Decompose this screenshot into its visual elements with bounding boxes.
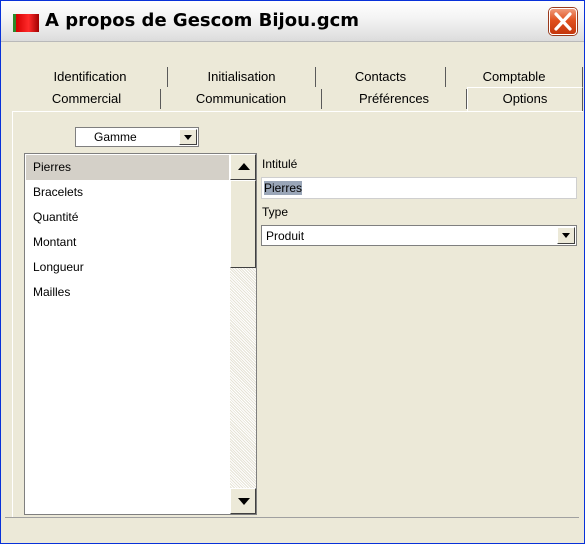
arrow-up-icon xyxy=(238,163,250,170)
close-button[interactable] xyxy=(549,8,577,35)
app-logo-icon xyxy=(13,14,39,32)
category-select-value: Gamme xyxy=(94,130,137,144)
tab-commercial[interactable]: Commercial xyxy=(13,89,161,109)
type-label: Type xyxy=(262,205,289,219)
tab-identification[interactable]: Identification xyxy=(13,67,168,87)
type-select-value: Produit xyxy=(266,229,305,243)
scroll-thumb[interactable] xyxy=(230,180,256,268)
list-item[interactable]: Montant xyxy=(26,230,229,255)
list-item[interactable]: Longueur xyxy=(26,255,229,280)
scroll-down-button[interactable] xyxy=(230,488,256,514)
tab-preferences-label: Préférences xyxy=(358,91,430,106)
tab-comptable[interactable]: Comptable xyxy=(446,67,583,87)
title-bar[interactable]: A propos de Gescom Bijou.gcm xyxy=(1,1,584,42)
tab-initialisation-label: Initialisation xyxy=(207,69,276,84)
tab-options-label: Options xyxy=(502,91,548,106)
list-item[interactable]: Mailles xyxy=(26,280,229,305)
intitule-field[interactable]: Pierres xyxy=(261,177,577,199)
list-item[interactable]: Quantité xyxy=(26,205,229,230)
tab-contacts-label: Contacts xyxy=(354,69,407,84)
arrow-down-icon xyxy=(238,498,250,505)
intitule-label: Intitulé xyxy=(262,157,298,171)
close-icon xyxy=(554,12,572,31)
tab-preferences[interactable]: Préférences xyxy=(322,89,467,109)
tab-strip: Identification Initialisation Contacts C… xyxy=(13,67,583,112)
options-list[interactable]: Pierres Bracelets Quantité Montant Longu… xyxy=(24,153,257,515)
tab-initialisation[interactable]: Initialisation xyxy=(168,67,316,87)
category-select[interactable]: Gamme xyxy=(75,127,199,147)
tab-identification-label: Identification xyxy=(53,69,127,84)
tab-commercial-label: Commercial xyxy=(51,91,122,106)
chevron-down-icon xyxy=(184,135,192,140)
window-title: A propos de Gescom Bijou.gcm xyxy=(45,10,360,31)
about-dialog: A propos de Gescom Bijou.gcm Identificat… xyxy=(0,0,585,544)
tab-comptable-label: Comptable xyxy=(482,69,546,84)
type-dropdown-button[interactable] xyxy=(557,227,575,244)
tab-options[interactable]: Options xyxy=(467,87,583,111)
chevron-down-icon xyxy=(562,233,570,238)
list-item[interactable]: Bracelets xyxy=(26,180,229,205)
list-scrollbar[interactable] xyxy=(230,154,256,514)
tab-contacts[interactable]: Contacts xyxy=(316,67,446,87)
category-dropdown-button[interactable] xyxy=(179,129,197,145)
scroll-up-button[interactable] xyxy=(230,154,256,180)
status-bar xyxy=(5,517,579,540)
tab-communication[interactable]: Communication xyxy=(161,89,322,109)
type-select[interactable]: Produit xyxy=(261,225,577,246)
list-item-selected[interactable]: Pierres xyxy=(26,155,229,180)
tab-communication-label: Communication xyxy=(195,91,287,106)
intitule-field-value: Pierres xyxy=(264,181,303,195)
